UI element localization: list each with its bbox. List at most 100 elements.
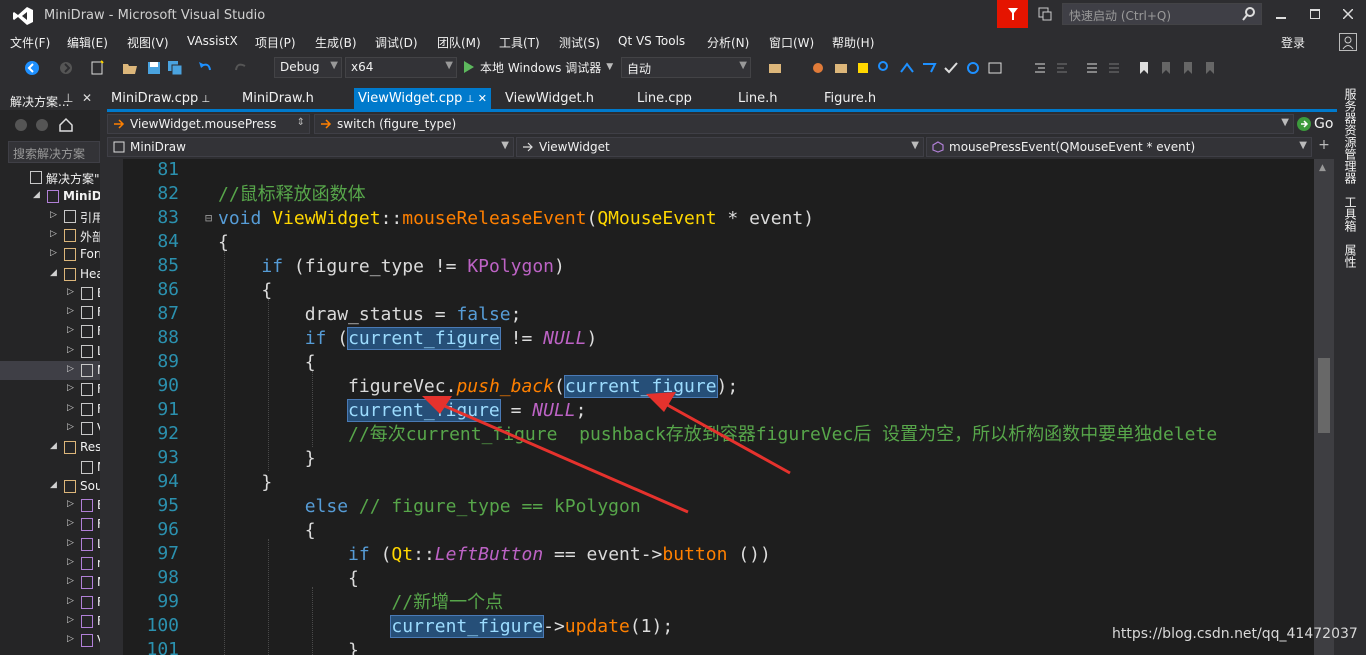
step-into-icon[interactable] [899, 60, 915, 76]
tab-viewwidget-h[interactable]: ViewWidget.h [501, 88, 598, 110]
tree-item[interactable]: ▷F [0, 380, 100, 399]
close-panel-icon[interactable]: ✕ [82, 91, 92, 105]
forward-icon[interactable] [35, 118, 49, 132]
tree-item[interactable]: ▷V [0, 419, 100, 438]
code-editor[interactable]: 81 82 83 84 85 86 87 88 89 90 91 92 93 94 95 96 97 98 99 10… [107, 159, 1314, 655]
solution-search-input[interactable]: 搜索解决方案 [8, 141, 100, 163]
expand-icon[interactable]: ▷ [50, 229, 57, 239]
menu-file[interactable]: 文件(F) [10, 34, 50, 51]
configuration-dropdown[interactable]: Debug ▼ [274, 57, 342, 78]
tree-item[interactable]: 解决方案"M [0, 168, 100, 187]
menu-vassistx[interactable]: VAssistX [187, 34, 238, 48]
tree-item[interactable]: ▷L [0, 535, 100, 554]
toolbox-tab[interactable]: 工具箱 [1342, 196, 1359, 232]
check-icon[interactable] [943, 60, 959, 76]
expand-icon[interactable]: ▷ [67, 403, 74, 413]
quick-launch-input[interactable]: 快速启动 (Ctrl+Q) [1062, 3, 1262, 25]
expand-icon[interactable]: ▷ [67, 422, 74, 432]
tree-item[interactable]: ▷F [0, 400, 100, 419]
navigate-back-icon[interactable] [24, 60, 40, 76]
back-icon[interactable] [14, 118, 28, 132]
menu-help[interactable]: 帮助(H) [832, 34, 874, 51]
menu-view[interactable]: 视图(V) [127, 34, 169, 51]
expand-icon[interactable]: ▷ [67, 576, 74, 586]
next-bookmark-icon[interactable] [1180, 60, 1196, 76]
expand-icon[interactable]: ▷ [67, 499, 74, 509]
uncomment-icon[interactable] [1106, 60, 1122, 76]
expand-icon[interactable]: ▷ [67, 596, 74, 606]
debug-mode-dropdown[interactable]: 自动 ▼ [621, 57, 751, 78]
feedback-flag-icon[interactable] [997, 0, 1028, 28]
expand-icon[interactable]: ▷ [67, 287, 74, 297]
tab-viewwidget-cpp[interactable]: ViewWidget.cpp ⊥ ✕ [354, 88, 492, 110]
tree-item[interactable]: ▷F [0, 322, 100, 341]
maximize-icon[interactable] [1304, 4, 1326, 24]
tab-minidraw-cpp[interactable]: MiniDraw.cpp ⊥ [107, 88, 214, 110]
home-icon[interactable] [58, 117, 74, 133]
tab-figure-h[interactable]: Figure.h [820, 88, 880, 110]
class-view-icon[interactable] [855, 60, 871, 76]
tree-item[interactable]: ▷ Forr [0, 245, 100, 264]
menu-debug[interactable]: 调试(D) [375, 34, 418, 51]
expand-icon[interactable]: ▷ [50, 248, 57, 258]
editor-vertical-scrollbar[interactable]: ▲ [1314, 159, 1334, 655]
class-nav-dropdown[interactable]: ViewWidget ▼ [516, 137, 924, 157]
expand-icon[interactable]: ▷ [67, 345, 74, 355]
menu-project[interactable]: 项目(P) [255, 34, 296, 51]
menu-qt-vs-tools[interactable]: Qt VS Tools [618, 34, 685, 48]
redo-icon[interactable] [233, 60, 249, 76]
close-icon[interactable] [1337, 4, 1359, 24]
tree-item[interactable]: M [0, 458, 100, 477]
expand-icon[interactable]: ▷ [67, 383, 74, 393]
navigate-forward-icon[interactable] [58, 60, 74, 76]
tree-item[interactable]: ▷ 引用 [0, 207, 100, 226]
find-icon[interactable] [877, 60, 893, 76]
save-icon[interactable] [146, 60, 162, 76]
menu-analyze[interactable]: 分析(N) [707, 34, 749, 51]
account-icon[interactable] [1339, 33, 1357, 51]
window-icon[interactable] [987, 60, 1003, 76]
start-debugging-button[interactable]: 本地 Windows 调试器 ▼ [463, 57, 613, 77]
tree-item[interactable]: ▷ 外部 [0, 226, 100, 245]
expand-icon[interactable]: ▷ [67, 557, 74, 567]
expand-icon[interactable]: ▷ [67, 306, 74, 316]
tree-item[interactable]: ▷E [0, 496, 100, 515]
outdent-icon[interactable] [1054, 60, 1070, 76]
tab-line-cpp[interactable]: Line.cpp [633, 88, 696, 110]
refresh-icon[interactable] [965, 60, 981, 76]
expand-icon[interactable]: ▷ [67, 538, 74, 548]
solution-explorer-title[interactable]: 解决方案... [10, 93, 69, 110]
menu-build[interactable]: 生成(B) [315, 34, 357, 51]
split-window-icon[interactable]: + [1314, 137, 1334, 157]
expand-icon[interactable]: ▷ [67, 615, 74, 625]
tab-line-h[interactable]: Line.h [734, 88, 781, 110]
menu-window[interactable]: 窗口(W) [769, 34, 814, 51]
member-nav-dropdown[interactable]: ViewWidget.mousePress ⇕ [107, 114, 310, 134]
function-nav-dropdown[interactable]: mousePressEvent(QMouseEvent * event) ▼ [926, 137, 1312, 157]
tree-item[interactable]: ▷M [0, 573, 100, 592]
bookmark-icon[interactable] [1136, 60, 1152, 76]
clear-bookmarks-icon[interactable] [1202, 60, 1218, 76]
platform-dropdown[interactable]: x64 ▼ [345, 57, 457, 78]
open-file-icon[interactable] [122, 60, 138, 76]
expand-icon[interactable]: ▷ [67, 364, 74, 374]
menu-tools[interactable]: 工具(T) [499, 34, 540, 51]
collapse-icon[interactable]: ◢ [33, 190, 40, 200]
menu-test[interactable]: 测试(S) [559, 34, 600, 51]
new-project-icon[interactable] [89, 60, 105, 76]
open-folder-icon[interactable] [833, 60, 849, 76]
undo-icon[interactable] [197, 60, 213, 76]
comment-icon[interactable] [1084, 60, 1100, 76]
server-explorer-tab[interactable]: 服务器资源管理器 [1342, 88, 1359, 184]
pin-icon[interactable]: ⊥ [63, 91, 73, 105]
go-button[interactable]: Go [1296, 114, 1336, 134]
tree-item[interactable]: ▷F [0, 593, 100, 612]
tree-item[interactable]: ▷F [0, 612, 100, 631]
tree-item[interactable]: ▷n [0, 554, 100, 573]
close-tab-icon[interactable]: ✕ [474, 92, 487, 105]
tree-item[interactable]: ◢ Hea [0, 265, 100, 284]
collapse-icon[interactable]: ◢ [50, 441, 57, 451]
tree-item[interactable]: ▷E [0, 284, 100, 303]
tree-item[interactable]: ◢ Res [0, 438, 100, 457]
solution-folder-icon[interactable] [768, 60, 784, 76]
